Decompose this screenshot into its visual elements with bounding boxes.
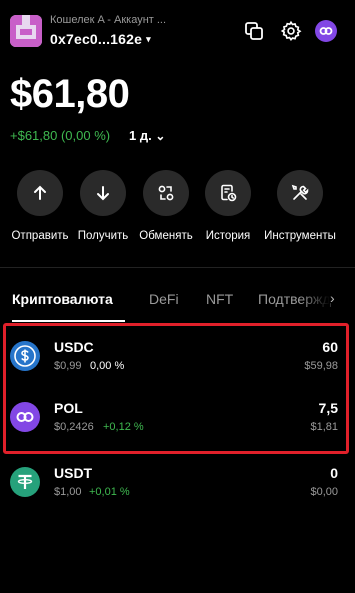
balance-change: +$61,80 (0,00 %) xyxy=(10,128,111,143)
tools-label: Инструменты xyxy=(264,230,336,242)
history-button[interactable] xyxy=(205,170,251,216)
tools-action[interactable]: Инструменты xyxy=(264,170,336,242)
total-balance: $61,80 xyxy=(10,72,130,116)
tools-icon xyxy=(291,184,309,200)
tab-crypto[interactable]: Криптовалюта xyxy=(12,291,113,307)
token-row-usdt[interactable]: USDT $1,00 +0,01 % 0 $0,00 xyxy=(0,461,355,511)
token-price: $1,00 xyxy=(54,486,82,498)
tab-nft[interactable]: NFT xyxy=(206,291,233,307)
token-name: USDT xyxy=(54,465,93,481)
wallet-address: 0x7ec0...162e xyxy=(50,31,143,47)
token-change: +0,12 % xyxy=(103,421,144,433)
token-price: $0,99 xyxy=(54,360,82,372)
app-header: Кошелек A - Аккаунт ... 0x7ec0...162e ▾ xyxy=(0,0,355,60)
token-price: $0,2426 xyxy=(54,421,94,433)
receive-button[interactable] xyxy=(80,170,126,216)
chevron-right-icon[interactable]: › xyxy=(330,290,335,306)
section-divider xyxy=(0,267,355,268)
token-value: $1,81 xyxy=(310,421,338,433)
asset-tabs: Криптовалюта DeFi NFT Подтвержд › xyxy=(0,288,355,324)
account-avatar[interactable] xyxy=(10,15,42,47)
token-name: POL xyxy=(54,400,83,416)
chevron-down-icon: ⌄ xyxy=(155,129,166,143)
token-row-pol[interactable]: POL $0,2426 +0,12 % 7,5 $1,81 xyxy=(0,396,355,446)
token-amount: 60 xyxy=(322,339,338,355)
arrow-down-icon xyxy=(97,186,109,201)
swap-button[interactable] xyxy=(143,170,189,216)
token-change: 0,00 % xyxy=(90,360,125,372)
token-value: $59,98 xyxy=(304,360,338,372)
tab-fade xyxy=(300,288,330,316)
chevron-down-icon: ▾ xyxy=(146,34,151,44)
arrow-up-icon xyxy=(34,185,46,200)
wallet-address-selector[interactable]: 0x7ec0...162e ▾ xyxy=(50,31,151,47)
tools-button[interactable] xyxy=(277,170,323,216)
period-label: 1 д. xyxy=(129,128,152,143)
token-amount: 0 xyxy=(330,465,338,481)
network-polygon-icon[interactable] xyxy=(315,20,337,42)
copy-icon[interactable] xyxy=(243,20,265,42)
polygon-icon xyxy=(10,402,40,432)
wallet-account-name: Кошелек A - Аккаунт ... xyxy=(50,14,167,26)
history-action[interactable]: История xyxy=(196,170,260,242)
token-amount: 7,5 xyxy=(318,400,338,416)
token-name: USDC xyxy=(54,339,94,355)
swap-icon xyxy=(158,185,174,201)
send-button[interactable] xyxy=(17,170,63,216)
tether-icon xyxy=(10,467,40,497)
history-icon xyxy=(221,184,237,202)
tab-defi[interactable]: DeFi xyxy=(149,291,179,307)
gear-icon[interactable] xyxy=(280,20,302,42)
token-change: +0,01 % xyxy=(89,486,130,498)
active-tab-indicator xyxy=(12,320,125,322)
period-selector[interactable]: 1 д. ⌄ xyxy=(129,128,165,143)
usdc-icon xyxy=(10,341,40,371)
token-value: $0,00 xyxy=(310,486,338,498)
token-row-usdc[interactable]: USDC $0,99 0,00 % 60 $59,98 xyxy=(0,335,355,385)
